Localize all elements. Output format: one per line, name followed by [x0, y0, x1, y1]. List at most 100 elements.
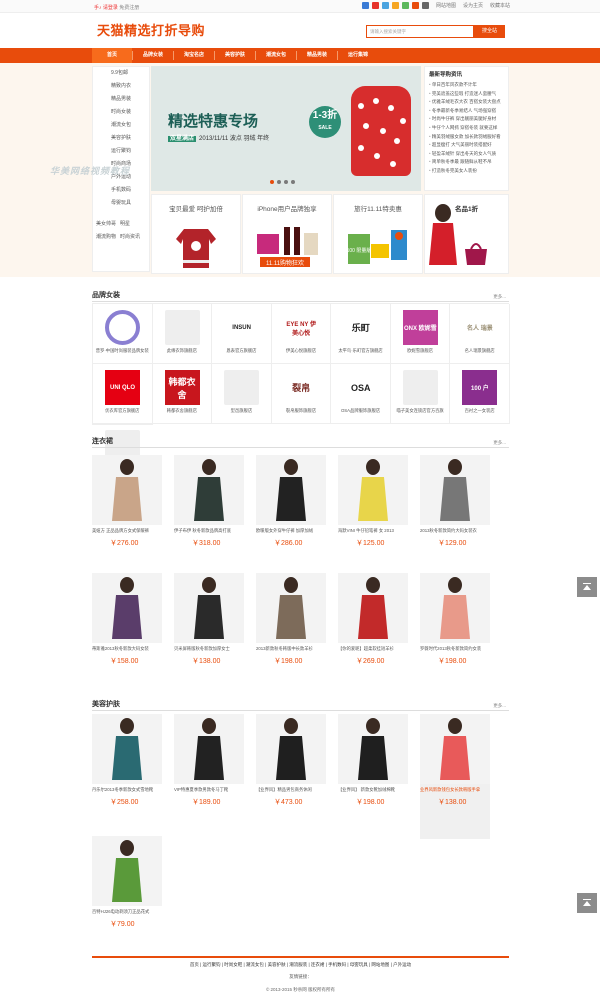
brand-card[interactable]: ONX 欧妮雪 欧妮雪旗舰店 — [390, 304, 451, 364]
category-item[interactable]: 9.9包邮 — [93, 67, 149, 80]
nav-home[interactable]: 首页 — [92, 48, 132, 63]
nav-shops[interactable]: 淘宝名店 — [174, 48, 214, 63]
brand-card[interactable]: 乐町 太平鸟·乐町官方旗舰店 — [331, 304, 391, 364]
brand-card[interactable]: 韩都衣舍 韩都衣舍旗舰店 — [152, 364, 213, 424]
search-button[interactable]: 搜全站 — [474, 25, 505, 38]
product-card[interactable]: 美妞方 正品品牌方女式保暖裤 ￥276.00 — [92, 455, 162, 580]
brand-card[interactable]: OSA OSA品牌服饰旗舰店 — [331, 364, 391, 424]
product-card[interactable]: VIP特惠夏季款男款冬马丁靴 ￥189.00 — [174, 714, 244, 839]
brand-card[interactable]: 喵子美女连锁店官方百旗 — [390, 364, 451, 424]
product-name: 2013新款秋冬韩版中长款羊衫 — [256, 646, 313, 651]
brand-card[interactable]: 100 户百衬之一女装店 — [450, 364, 510, 424]
product-card[interactable]: 2013新款秋冬韩版中长款羊衫 ￥198.00 — [256, 573, 326, 698]
news-item[interactable]: 牛仔个人网抓 穿搭冬装 就要这样 — [429, 124, 504, 133]
brand-card[interactable]: 此缘衣饰旗舰店 — [152, 304, 213, 364]
more-link[interactable]: 更多... — [493, 703, 506, 709]
login-links[interactable]: 手♪ 请登录 免费注册 — [94, 4, 139, 11]
category-item[interactable]: 时尚女装 — [93, 106, 149, 119]
product-price: ￥129.00 — [438, 540, 467, 547]
news-item[interactable]: 简单秋冬季最 跟随鲜从鞋不吊 — [429, 158, 504, 167]
brand-card[interactable]: UNI QLO 优衣库官方旗舰店 — [93, 364, 153, 424]
news-item[interactable]: 时尚牛仔裤 穿出靓丽美腿好身材 — [429, 115, 504, 124]
slider-dot[interactable] — [270, 180, 274, 184]
product-card[interactable]: 蒂斯雅2013秋冬新款大码女装 ￥158.00 — [92, 573, 162, 698]
jacket-image — [176, 229, 216, 268]
back-to-top-button[interactable] — [577, 893, 597, 913]
nav-women[interactable]: 品牌女装 — [133, 48, 173, 63]
promo-card[interactable]: iPhone用户品牌独享 11.11购物狂欢 — [242, 194, 332, 274]
brand-card[interactable]: EYE NY 伊美心悦 伊美心悦旗舰店 — [271, 304, 332, 364]
nav-men[interactable]: 精品男装 — [297, 48, 337, 63]
brand-card[interactable]: O 普罗·中国时尚服装品牌女装 — [93, 304, 153, 364]
product-card[interactable]: 业界风新款钱包女长款韩版手拿 ￥138.00 — [420, 714, 490, 839]
category-item[interactable]: 运行聚钧 — [93, 145, 149, 158]
more-link[interactable]: 更多... — [493, 440, 506, 446]
category-sub-link[interactable]: 明星 — [120, 218, 130, 231]
news-item[interactable]: 完美遮盖这些瑕 打造迷人蛮腰气 — [429, 90, 504, 99]
mail-icon[interactable] — [401, 2, 409, 9]
sitemap-link[interactable]: 网站地图 — [436, 2, 456, 9]
product-card[interactable]: 罗薇时代2013秋冬新款简约女装 ￥198.00 — [420, 573, 490, 698]
set-home-link[interactable]: 设为主页 — [463, 2, 483, 9]
news-item[interactable]: 冬季最新冬季易结人 气场强穿搭 — [429, 107, 504, 116]
share-icon[interactable] — [361, 2, 369, 9]
brand-card[interactable]: 唐魔旗舰店 — [93, 424, 153, 473]
back-to-top-button[interactable] — [577, 577, 597, 597]
nav-collection[interactable]: 运行集锦 — [338, 48, 378, 63]
news-item[interactable]: 优雅羊绒毛衣大衣 百搭女装大盘点 — [429, 98, 504, 107]
category-item[interactable]: 手机数码 — [93, 184, 149, 197]
category-item[interactable]: 精品男装 — [93, 93, 149, 106]
promo-card[interactable]: 名品1折 — [424, 194, 509, 274]
home-icon[interactable] — [411, 2, 419, 9]
product-card[interactable]: 【业界风】精品男包商务休闲 ￥473.00 — [256, 714, 326, 839]
news-item[interactable]: 单日百年风衣款不计年 — [429, 81, 504, 90]
rss-icon[interactable] — [391, 2, 399, 9]
product-name: 百特HJ26电动剃须刀正品花式 — [92, 909, 150, 914]
promo-card[interactable]: 旅行11.11特卖惠 100 限量版 — [333, 194, 423, 274]
product-card[interactable]: 欧暖版女外穿牛仔裤 加厚加绒 ￥286.00 — [256, 455, 326, 580]
category-sub-link[interactable]: 美女帅哥 — [96, 218, 116, 231]
brand-logo — [164, 310, 200, 345]
brand-card[interactable]: 型邑旗舰店 — [212, 364, 272, 424]
more-link[interactable]: 更多... — [493, 294, 506, 300]
product-price: ￥473.00 — [274, 799, 303, 806]
news-item[interactable]: 超显瘦打 大气美丽时装搭配好 — [429, 141, 504, 150]
search-input[interactable]: 请输入搜索关键字 — [366, 25, 474, 38]
product-card[interactable]: 丹乐尔2013冬季新款女式雪地靴 ￥258.00 — [92, 714, 162, 839]
product-card[interactable]: 【你的爱呢】超柔软挂短羊衫 ￥269.00 — [338, 573, 408, 698]
news-item[interactable]: 打造秋冬完美女人装扮 — [429, 167, 504, 176]
weibo-icon[interactable] — [371, 2, 379, 9]
site-logo[interactable]: 天猫精选打折导购 — [97, 20, 205, 39]
product-card[interactable]: 伊子布伊 秋冬新款品牌高打底 ￥318.00 — [174, 455, 244, 580]
nav-bags[interactable]: 潮流女包 — [256, 48, 296, 63]
slider-dot[interactable] — [291, 180, 295, 184]
category-item[interactable]: 母婴玩具 — [93, 197, 149, 210]
news-item[interactable]: 精美羽绒服女款 加长款羽绒服好看 — [429, 133, 504, 142]
slider-dot[interactable] — [284, 180, 288, 184]
category-sub-link[interactable]: 潮流购物 — [96, 231, 116, 244]
brand-card[interactable]: INSUN 恩表官方旗舰店 — [212, 304, 272, 364]
bookmark-link[interactable]: 收藏本站 — [490, 2, 510, 9]
category-item[interactable]: 潮流女包 — [93, 119, 149, 132]
promo-card[interactable]: 宝贝最爱 呵护加倍 — [151, 194, 241, 274]
slider-dot[interactable] — [277, 180, 281, 184]
brand-name: 优衣库官方旗舰店 — [105, 408, 140, 413]
product-card[interactable]: 【业界风】 新款女靴加绒棉靴 ￥198.00 — [338, 714, 408, 839]
category-sub-link[interactable]: 时尚资讯 — [120, 231, 140, 244]
product-card[interactable]: 海默VINI 牛仔铅笔裤 女 2013 ￥125.00 — [338, 455, 408, 580]
news-item[interactable]: 轻盈羊绒针 穿出冬天的女人气质 — [429, 150, 504, 159]
product-image — [256, 714, 326, 784]
footer-links[interactable]: 首页 | 运行聚钧 | 时尚女鞋 | 潮流女包 | 美容护肤 | 潮流服装 | … — [92, 958, 509, 968]
hero-banner[interactable]: 精选特惠专场 双星满店 2013/11/11 波点 羽绒 年终 1-3折 SALE — [151, 66, 421, 191]
brand-logo: INSUN — [232, 324, 251, 331]
brand-card[interactable]: 名人 瑞景 名人瑞景旗舰店 — [450, 304, 510, 364]
product-card[interactable]: 百特HJ26电动剃须刀正品花式 ￥79.00 — [92, 836, 162, 961]
brand-card[interactable]: 裂帛 裂帛服饰旗舰店 — [271, 364, 332, 424]
category-item[interactable]: 精致内衣 — [93, 80, 149, 93]
category-item[interactable]: 美容护肤 — [93, 132, 149, 145]
product-card[interactable]: 2013秋冬新款简约大码女装衣 ￥129.00 — [420, 455, 490, 580]
qq-icon[interactable] — [381, 2, 389, 9]
star-icon[interactable] — [421, 2, 429, 9]
product-card[interactable]: 贝米屏韩版秋冬新款加厚女士 ￥138.00 — [174, 573, 244, 698]
nav-beauty[interactable]: 美容护肤 — [215, 48, 255, 63]
